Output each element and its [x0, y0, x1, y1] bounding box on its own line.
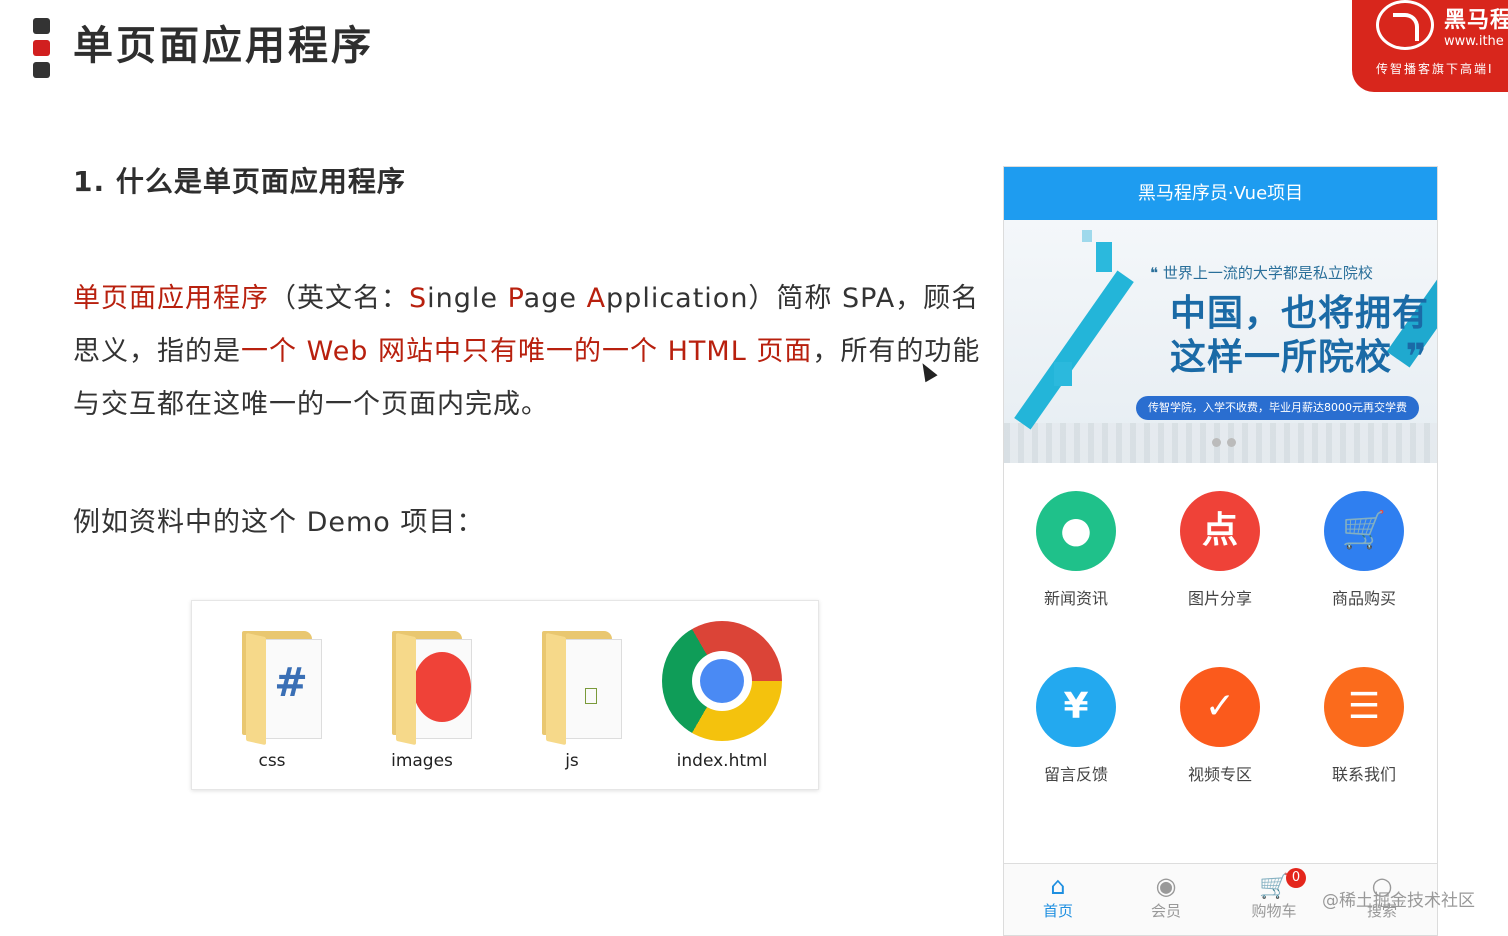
- brand-tagline: 传智播客旗下高端I: [1376, 62, 1494, 76]
- tab-label: 首页: [1042, 902, 1073, 920]
- highlight-letter: P: [507, 283, 524, 314]
- tile-news[interactable]: ● 新闻资讯: [1004, 491, 1148, 609]
- chrome-icon: [662, 621, 782, 741]
- slide-title: 单页面应用程序: [73, 23, 374, 69]
- cart-icon: 🛒: [1259, 872, 1289, 900]
- watermark: @稀土掘金技术社区: [1322, 891, 1475, 911]
- title-decoration: [33, 18, 51, 84]
- banner-line-1: 中国，也将拥有: [1170, 293, 1430, 334]
- tile-label: 联系我们: [1331, 765, 1396, 784]
- tab-label: 会员: [1150, 902, 1181, 920]
- tile-video[interactable]: ✓ 视频专区: [1148, 667, 1292, 785]
- brand-logo: 黑马程 www.ithe 传智播客旗下高端I: [1352, 0, 1508, 92]
- phone-app-preview: 黑马程序员·Vue项目 ❝ 世界上一流的大学都是私立院校 中国，也将拥有 这样一…: [1003, 166, 1438, 936]
- shopping-cart-icon: 🛒: [1324, 491, 1404, 571]
- banner-pill: 传智学院，入学不收费，毕业月薪达8000元再交学费: [1136, 396, 1419, 420]
- tab-label: 购物车: [1251, 902, 1297, 920]
- dianping-icon: 点: [1180, 491, 1260, 571]
- yen-phone-icon: ¥: [1036, 667, 1116, 747]
- tile-photo-share[interactable]: 点 图片分享: [1148, 491, 1292, 609]
- section-heading: 1. 什么是单页面应用程序: [73, 165, 406, 198]
- file-explorer-panel: # css images js index.html: [191, 600, 819, 790]
- brand-name: 黑马程: [1444, 8, 1508, 33]
- tile-shop[interactable]: 🛒 商品购买: [1292, 491, 1436, 609]
- highlight-letter: S: [409, 283, 428, 314]
- highlight-phrase: 一个 Web 网站中只有唯一的一个 HTML 页面: [241, 336, 813, 367]
- tab-home[interactable]: ⌂ 首页: [1004, 872, 1112, 921]
- tile-label: 商品购买: [1331, 589, 1396, 608]
- cart-count-badge: 0: [1286, 868, 1306, 888]
- tile-contact[interactable]: ☰ 联系我们: [1292, 667, 1436, 785]
- folder-icon: [542, 631, 622, 746]
- banner-quote: ❝ 世界上一流的大学都是私立院校: [1150, 264, 1373, 282]
- tab-member[interactable]: ◉ 会员: [1112, 872, 1220, 921]
- file-label: css: [258, 751, 286, 771]
- tab-cart[interactable]: 🛒 购物车 0: [1220, 868, 1328, 921]
- location-pin-icon: ●: [1036, 491, 1116, 571]
- brand-url: www.ithe: [1444, 34, 1504, 49]
- home-icon: ⌂: [1050, 872, 1066, 900]
- paragraph-text: （英文名：: [269, 283, 409, 314]
- tile-label: 留言反馈: [1043, 765, 1108, 784]
- carousel-dots[interactable]: [1212, 432, 1242, 451]
- example-label: 例如资料中的这个 Demo 项目：: [73, 507, 485, 538]
- paragraph-text: age: [523, 283, 587, 314]
- list-icon: ☰: [1324, 667, 1404, 747]
- tile-feedback[interactable]: ¥ 留言反馈: [1004, 667, 1148, 785]
- file-item-images[interactable]: images: [362, 617, 482, 777]
- tile-label: 视频专区: [1187, 765, 1252, 784]
- highlight-term: 单页面应用程序: [73, 283, 269, 314]
- file-item-js[interactable]: js: [512, 617, 632, 777]
- tile-label: 新闻资讯: [1043, 589, 1108, 608]
- file-label: index.html: [676, 751, 768, 771]
- folder-icon: #: [242, 631, 322, 746]
- folder-icon: [392, 631, 472, 746]
- banner-headline: 中国，也将拥有 这样一所院校 ❞: [1170, 292, 1429, 380]
- file-label: js: [565, 751, 579, 771]
- user-icon: ◉: [1155, 872, 1177, 900]
- horse-logo-icon: [1376, 0, 1434, 50]
- definition-paragraph: 单页面应用程序（英文名：Single Page Application）简称 S…: [73, 272, 1003, 431]
- tile-label: 图片分享: [1187, 589, 1252, 608]
- banner-carousel[interactable]: ❝ 世界上一流的大学都是私立院校 中国，也将拥有 这样一所院校 ❞ 传智学院，入…: [1004, 220, 1437, 463]
- app-header: 黑马程序员·Vue项目: [1004, 167, 1437, 220]
- check-shield-icon: ✓: [1180, 667, 1260, 747]
- file-item-css[interactable]: # css: [212, 617, 332, 777]
- file-label: images: [391, 751, 453, 771]
- highlight-letter: A: [586, 283, 607, 314]
- banner-line-2: 这样一所院校 ❞: [1170, 337, 1428, 378]
- paragraph-text: ingle: [427, 283, 508, 314]
